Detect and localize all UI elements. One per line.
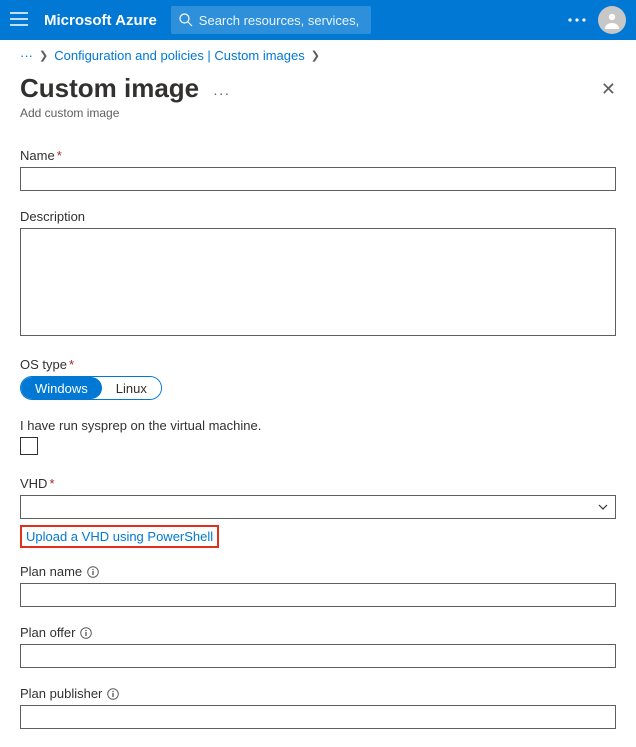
chevron-right-icon: ❯ — [39, 49, 48, 62]
plan-name-label: Plan name — [20, 564, 616, 579]
menu-icon[interactable] — [10, 12, 30, 29]
breadcrumb-overflow[interactable]: ··· — [20, 48, 33, 63]
breadcrumb: ··· ❯ Configuration and policies | Custo… — [0, 40, 636, 67]
ostype-segmented: Windows Linux — [20, 376, 162, 400]
breadcrumb-link-config[interactable]: Configuration and policies | Custom imag… — [54, 48, 305, 63]
plan-offer-label: Plan offer — [20, 625, 616, 640]
name-input[interactable] — [20, 167, 616, 191]
search-input[interactable] — [199, 13, 364, 28]
vhd-dropdown[interactable] — [20, 495, 616, 519]
ostype-windows-button[interactable]: Windows — [21, 377, 102, 399]
plan-name-input[interactable] — [20, 583, 616, 607]
upload-vhd-link[interactable]: Upload a VHD using PowerShell — [26, 529, 213, 544]
sysprep-checkbox[interactable] — [20, 437, 38, 455]
avatar[interactable] — [598, 6, 626, 34]
description-label: Description — [20, 209, 616, 224]
custom-image-form: Name* Description OS type* Windows Linux… — [0, 148, 636, 729]
chevron-right-icon: ❯ — [311, 49, 320, 62]
plan-offer-input[interactable] — [20, 644, 616, 668]
global-search[interactable] — [171, 6, 372, 34]
description-textarea[interactable] — [20, 228, 616, 336]
upload-vhd-highlight: Upload a VHD using PowerShell — [20, 525, 219, 548]
plan-publisher-label: Plan publisher — [20, 686, 616, 701]
page-subtitle: Add custom image — [0, 106, 636, 120]
info-icon[interactable] — [80, 627, 92, 639]
info-icon[interactable] — [87, 566, 99, 578]
azure-topbar: Microsoft Azure — [0, 0, 636, 40]
name-label: Name* — [20, 148, 616, 163]
page-heading-row: Custom image ··· ✕ — [0, 67, 636, 104]
search-icon — [179, 13, 193, 27]
brand-label[interactable]: Microsoft Azure — [44, 12, 157, 29]
title-overflow-menu[interactable]: ··· — [213, 85, 230, 101]
sysprep-label: I have run sysprep on the virtual machin… — [20, 418, 616, 433]
info-icon[interactable] — [107, 688, 119, 700]
chevron-down-icon — [597, 501, 609, 513]
plan-publisher-input[interactable] — [20, 705, 616, 729]
ostype-linux-button[interactable]: Linux — [102, 377, 161, 399]
close-icon[interactable]: ✕ — [601, 79, 616, 100]
page-title: Custom image — [20, 73, 199, 104]
vhd-label: VHD* — [20, 476, 616, 491]
person-icon — [602, 10, 622, 30]
ostype-label: OS type* — [20, 357, 616, 372]
overflow-icon[interactable] — [568, 18, 586, 22]
